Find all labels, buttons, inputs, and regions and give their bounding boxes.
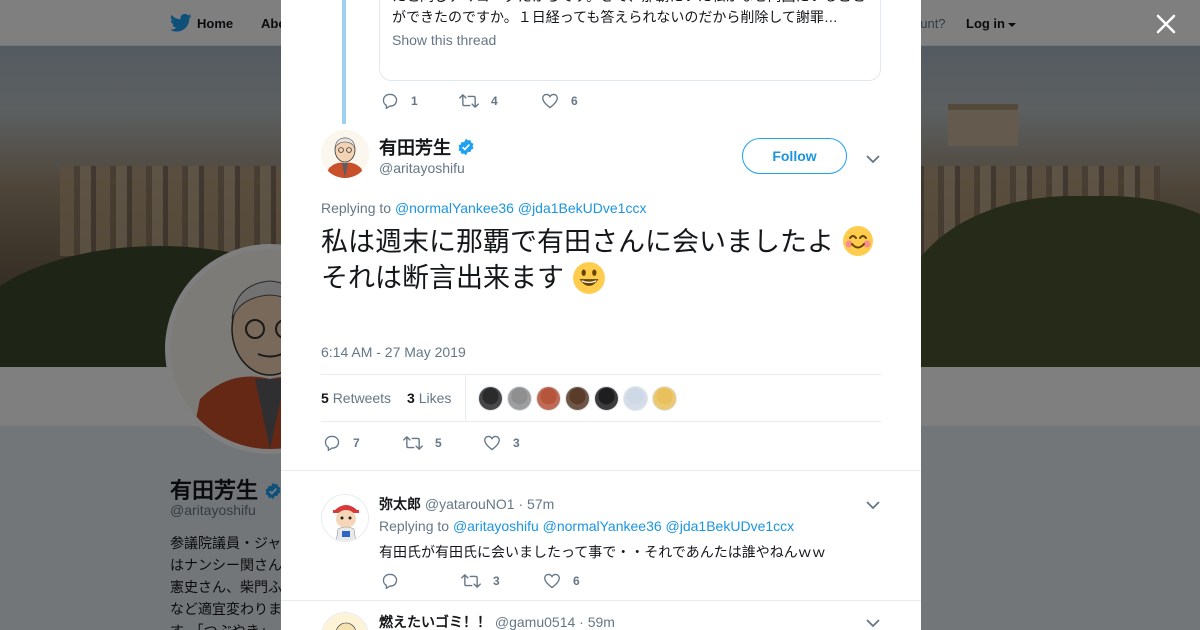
mention-link[interactable]: @jda1BekUDve1ccx <box>518 200 647 216</box>
author-name[interactable]: 有田芳生 <box>379 134 475 160</box>
grinning-face-icon <box>572 261 605 294</box>
chevron-down-icon[interactable] <box>866 615 880 630</box>
liker-avatar[interactable] <box>536 385 562 411</box>
like-icon <box>484 435 500 451</box>
reply-icon <box>324 435 340 451</box>
liker-avatar[interactable] <box>652 385 678 411</box>
close-icon[interactable] <box>1154 12 1178 36</box>
reply-replying-to: Replying to @aritayoshifu @normalYankee3… <box>379 518 795 534</box>
reply-avatar[interactable] <box>321 494 369 542</box>
retweet-icon <box>403 436 423 450</box>
retweet-button[interactable]: 4 <box>459 93 541 109</box>
retweet-count: 4 <box>491 94 498 108</box>
reply-author-name[interactable]: 弥太郎 <box>379 496 421 512</box>
reply-time[interactable]: · 57m <box>518 496 554 512</box>
reply-author-handle[interactable]: @gamu0514 <box>495 614 575 630</box>
reply-header: 弥太郎 @yatarouNO1 · 57m <box>379 494 554 514</box>
retweet-count: 3 <box>493 574 500 588</box>
tweet-modal: たと同じデマゴーグだからです。さて、那覇にいた私がなぜ両国にいることができたので… <box>281 0 921 630</box>
follow-button[interactable]: Follow <box>742 138 847 174</box>
show-thread-link[interactable]: Show this thread <box>392 32 868 48</box>
tweet-stats: 5 Retweets 3 Likes <box>321 374 881 422</box>
like-count: 3 <box>513 436 520 450</box>
main-tweet-actions: 7 5 3 <box>323 435 550 451</box>
tweet-text: 私は週末に那覇で有田さんに会いましたよ それは断言出来ます <box>321 224 881 296</box>
liker-avatar[interactable] <box>565 385 591 411</box>
replying-to: Replying to @normalYankee36 @jda1BekUDve… <box>321 200 647 216</box>
reply-icon <box>382 93 398 109</box>
thread-line <box>342 0 346 124</box>
mention-link[interactable]: @normalYankee36 <box>395 200 514 216</box>
like-button[interactable]: 3 <box>483 435 520 451</box>
reply-button[interactable]: 1 <box>381 93 459 109</box>
reply-time[interactable]: · 59m <box>579 614 615 630</box>
retweet-icon <box>461 574 481 588</box>
retweet-button[interactable]: 5 <box>403 435 483 451</box>
retweet-button[interactable]: 3 <box>461 573 543 589</box>
chevron-down-icon[interactable] <box>866 151 880 169</box>
quoted-tweet-text: たと同じデマゴーグだからです。さて、那覇にいた私がなぜ両国にいることができたので… <box>392 0 865 25</box>
liker-avatar[interactable] <box>623 385 649 411</box>
chevron-down-icon[interactable] <box>866 497 880 515</box>
reply-button[interactable]: 7 <box>323 435 403 451</box>
smiling-face-with-hearts-icon <box>842 225 874 257</box>
reply-count: 1 <box>411 94 418 108</box>
reply-icon <box>382 573 398 589</box>
liker-avatar[interactable] <box>594 385 620 411</box>
like-button[interactable]: 6 <box>543 573 580 589</box>
retweets-stat[interactable]: 5 Retweets <box>321 390 391 406</box>
like-icon <box>542 93 558 109</box>
quoted-tweet-card[interactable]: たと同じデマゴーグだからです。さて、那覇にいた私がなぜ両国にいることができたので… <box>379 0 881 81</box>
reply-author-handle[interactable]: @yatarouNO1 <box>425 496 515 512</box>
like-icon <box>544 573 560 589</box>
retweet-count: 5 <box>435 436 442 450</box>
liker-avatar[interactable] <box>478 385 504 411</box>
mention-link[interactable]: @aritayoshifu @normalYankee36 @jda1BekUD… <box>453 518 794 534</box>
reply-actions: 3 6 <box>381 573 610 589</box>
section-divider <box>281 600 921 601</box>
section-divider <box>281 470 921 471</box>
liker-avatars <box>478 385 681 411</box>
quoted-tweet-actions: 1 4 6 <box>381 93 608 109</box>
retweet-icon <box>459 94 479 108</box>
liker-avatar[interactable] <box>507 385 533 411</box>
reply-author-name[interactable]: 燃えたいゴミ！！ <box>379 614 491 630</box>
author-handle[interactable]: @aritayoshifu <box>379 160 465 176</box>
tweet-timestamp[interactable]: 6:14 AM - 27 May 2019 <box>321 344 466 360</box>
author-avatar[interactable] <box>321 130 369 178</box>
reply-avatar[interactable] <box>321 612 369 630</box>
verified-icon <box>458 138 474 156</box>
like-count: 6 <box>571 94 578 108</box>
stats-divider <box>465 375 467 421</box>
like-button[interactable]: 6 <box>541 93 578 109</box>
reply-count: 7 <box>353 436 360 450</box>
likes-stat[interactable]: 3 Likes <box>407 390 451 406</box>
like-count: 6 <box>573 574 580 588</box>
reply-text: 有田氏が有田氏に会いましたって事で・・それであんたは誰やねんｗｗ <box>379 544 826 560</box>
reply-header: 燃えたいゴミ！！ @gamu0514 · 59m <box>379 612 615 630</box>
reply-button[interactable] <box>381 573 461 589</box>
